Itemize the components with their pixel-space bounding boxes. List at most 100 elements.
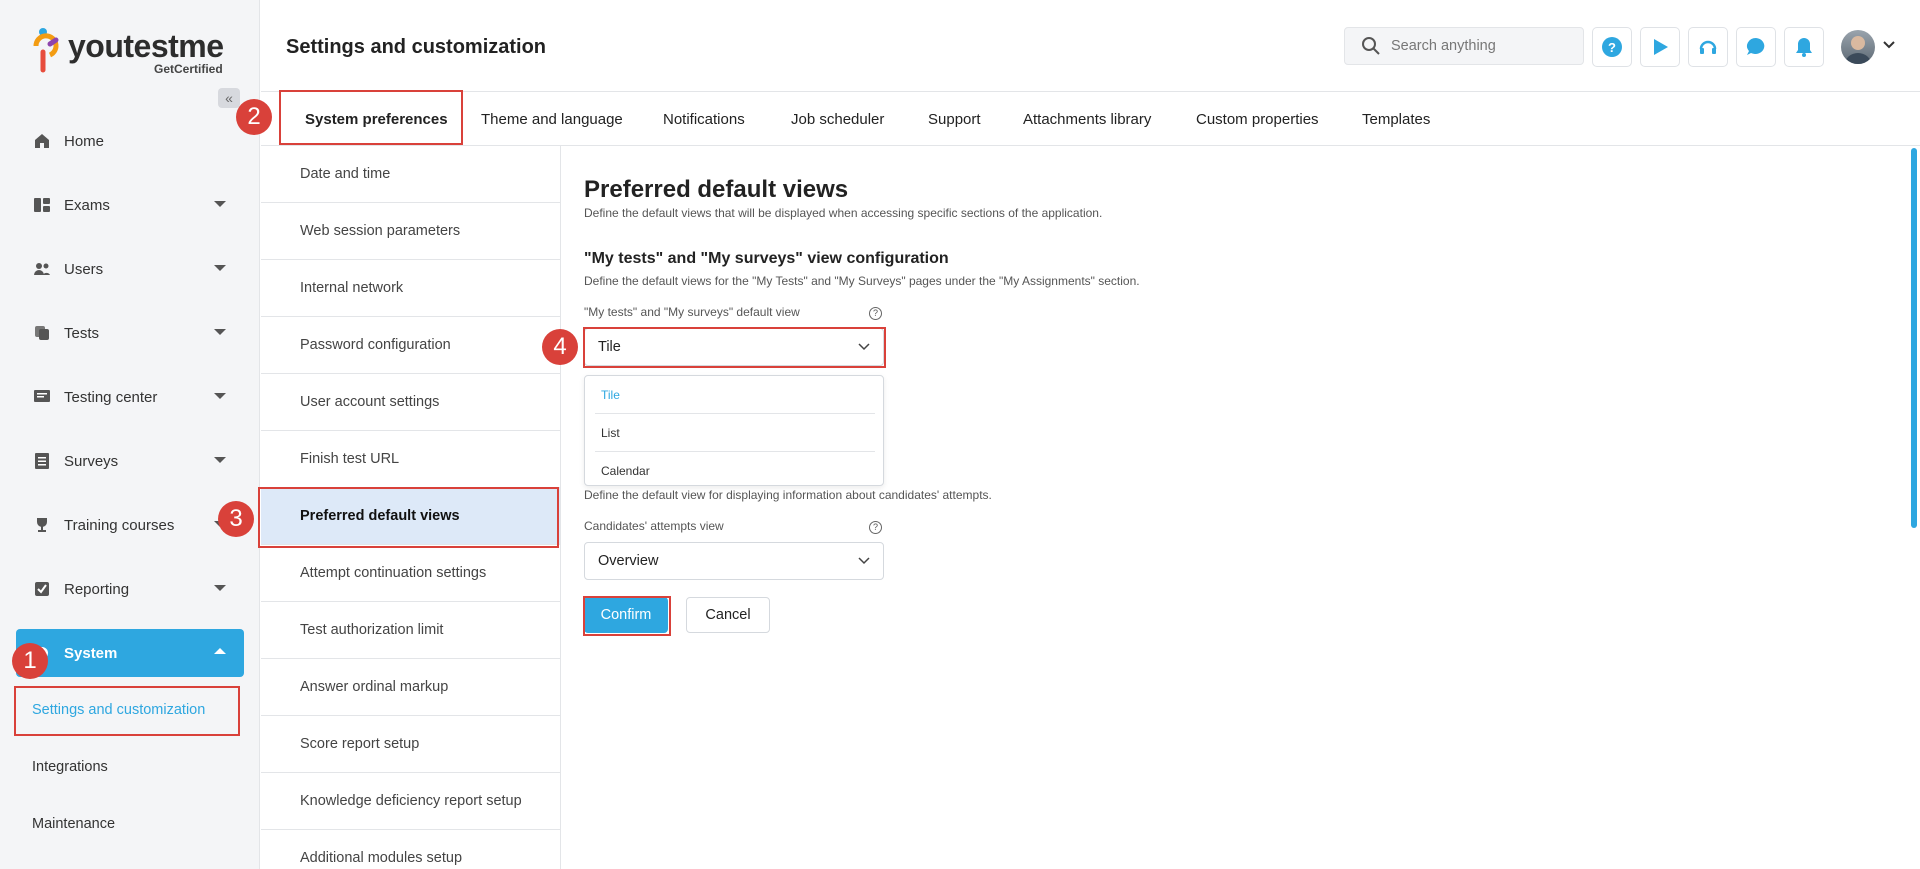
list-item-web-session-parameters[interactable]: Web session parameters — [261, 203, 560, 260]
list-item-score-report-setup[interactable]: Score report setup — [261, 716, 560, 773]
tab-system-preferences[interactable]: System preferences — [305, 92, 448, 146]
list-item-preferred-default-views[interactable]: Preferred default views — [261, 488, 560, 545]
chevron-down-icon — [214, 585, 226, 591]
help-button[interactable]: ? — [1592, 27, 1632, 67]
sidebar-item-testing-center[interactable]: Testing center — [16, 373, 244, 421]
list-item-answer-ordinal-markup[interactable]: Answer ordinal markup — [261, 659, 560, 716]
tab-custom-properties[interactable]: Custom properties — [1196, 92, 1319, 146]
list-item-label: Date and time — [300, 166, 391, 182]
list-item-knowledge-deficiency-report-setup[interactable]: Knowledge deficiency report setup — [261, 773, 560, 830]
tab-notifications[interactable]: Notifications — [663, 92, 745, 146]
sidebar-item-label: Training courses — [64, 516, 175, 534]
headset-icon — [1699, 40, 1717, 54]
dropdown-option-tile[interactable]: Tile — [601, 376, 871, 414]
sidebar-item-users[interactable]: Users — [16, 245, 244, 293]
tab-label: Notifications — [663, 110, 745, 128]
tab-job-scheduler[interactable]: Job scheduler — [791, 92, 884, 146]
list-item-label: Answer ordinal markup — [300, 679, 449, 695]
list-item-internal-network[interactable]: Internal network — [261, 260, 560, 317]
settings-tabs: System preferences Theme and language No… — [261, 92, 1920, 146]
brand-logo[interactable]: youtestme GetCertified — [32, 26, 232, 76]
collapse-sidebar-button[interactable]: « — [218, 88, 240, 108]
list-item-additional-modules-setup[interactable]: Additional modules setup — [261, 830, 560, 869]
sidebar-item-label: Testing center — [64, 388, 158, 406]
subsection-description: Define the default views for the "My Tes… — [584, 274, 1140, 288]
sidebar-item-label: Tests — [64, 324, 100, 342]
list-item-date-and-time[interactable]: Date and time — [261, 146, 560, 203]
section-description: Define the default views that will be di… — [584, 206, 1103, 220]
brand-name: youtestme — [68, 28, 224, 64]
list-item-label: Score report setup — [300, 736, 420, 752]
tab-support[interactable]: Support — [928, 92, 981, 146]
dropdown-option-calendar[interactable]: Calendar — [601, 452, 871, 490]
testing-center-icon — [32, 387, 52, 407]
home-icon — [32, 131, 52, 151]
select-value: Overview — [598, 553, 659, 569]
support-button[interactable] — [1688, 27, 1728, 67]
search-icon — [1362, 37, 1380, 55]
sidebar-item-exams[interactable]: Exams — [16, 181, 244, 229]
user-avatar[interactable] — [1841, 30, 1875, 64]
list-item-label: User account settings — [300, 394, 440, 410]
list-item-attempt-continuation-settings[interactable]: Attempt continuation settings — [261, 545, 560, 602]
chevron-down-icon — [214, 265, 226, 271]
help-icon[interactable]: ? — [869, 307, 882, 320]
list-item-label: Web session parameters — [300, 223, 461, 239]
sidebar-subitem-settings-and-customization[interactable]: Settings and customization — [16, 686, 240, 734]
page-title: Settings and customization — [286, 36, 547, 58]
sidebar-item-training-courses[interactable]: Training courses — [16, 501, 244, 549]
step-marker-3: 3 — [218, 501, 254, 537]
tab-label: Custom properties — [1196, 110, 1319, 128]
sidebar-item-home[interactable]: Home — [16, 117, 244, 165]
tab-label: Support — [928, 110, 981, 128]
search-input[interactable]: Search anything — [1344, 27, 1584, 65]
tab-label: Attachments library — [1023, 110, 1152, 128]
option-label: Calendar — [601, 464, 650, 478]
sidebar-item-label: Surveys — [64, 452, 119, 470]
brand-sub: GetCertified — [154, 62, 223, 76]
sidebar-item-tests[interactable]: Tests — [16, 309, 244, 357]
chevron-down-icon — [214, 201, 226, 207]
tab-templates[interactable]: Templates — [1362, 92, 1430, 146]
sidebar-item-surveys[interactable]: Surveys — [16, 437, 244, 485]
step-marker-2: 2 — [236, 99, 272, 135]
chevron-down-icon[interactable] — [1883, 40, 1895, 50]
sidebar-item-label: System — [64, 644, 118, 662]
tab-theme-and-language[interactable]: Theme and language — [481, 92, 623, 146]
cancel-button[interactable]: Cancel — [686, 597, 770, 633]
tab-attachments-library[interactable]: Attachments library — [1023, 92, 1151, 146]
tab-label: System preferences — [305, 110, 448, 128]
users-icon — [32, 259, 52, 279]
sidebar-subitem-maintenance[interactable]: Maintenance — [16, 800, 240, 848]
tab-label: Job scheduler — [791, 110, 885, 128]
help-icon[interactable]: ? — [869, 521, 882, 534]
chevron-down-icon — [214, 393, 226, 399]
settings-list: Date and time Web session parameters Int… — [261, 146, 561, 869]
list-item-password-configuration[interactable]: Password configuration — [261, 317, 560, 374]
sidebar-item-system[interactable]: System — [16, 629, 244, 677]
chevron-down-icon — [214, 457, 226, 463]
bell-icon — [1796, 38, 1812, 57]
sidebar-subitem-integrations[interactable]: Integrations — [16, 743, 240, 791]
step-marker-4: 4 — [542, 329, 578, 365]
attempts-view-select[interactable]: Overview — [584, 542, 884, 580]
list-item-label: Additional modules setup — [300, 850, 463, 866]
list-item-label: Test authorization limit — [300, 622, 444, 638]
notifications-button[interactable] — [1784, 27, 1824, 67]
chat-button[interactable] — [1736, 27, 1776, 67]
list-item-test-authorization-limit[interactable]: Test authorization limit — [261, 602, 560, 659]
dropdown-option-list[interactable]: List — [601, 414, 871, 452]
list-item-finish-test-url[interactable]: Finish test URL — [261, 431, 560, 488]
sidebar-item-label: Users — [64, 260, 104, 278]
list-item-label: Password configuration — [300, 337, 451, 353]
default-view-dropdown: Tile List Calendar — [584, 375, 884, 486]
option-label: Tile — [601, 388, 620, 402]
sidebar-item-label: Home — [64, 132, 105, 150]
scrollbar[interactable] — [1911, 148, 1917, 528]
sidebar-item-reporting[interactable]: Reporting — [16, 565, 244, 613]
list-item-user-account-settings[interactable]: User account settings — [261, 374, 560, 431]
tests-icon — [32, 323, 52, 343]
confirm-button[interactable]: Confirm — [584, 597, 668, 633]
default-view-select[interactable]: Tile — [584, 328, 884, 366]
play-button[interactable] — [1640, 27, 1680, 67]
